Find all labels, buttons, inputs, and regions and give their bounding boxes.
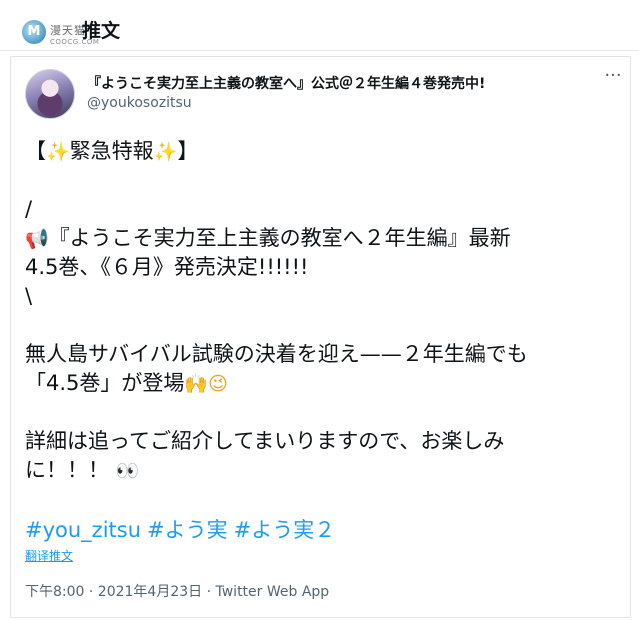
tweet-line-3: 📢『ようこそ実力至上主義の教室へ２年生編』最新: [25, 224, 615, 253]
watermark-logo-icon: M: [22, 20, 46, 44]
tweet-line-9: に！！！ 👀: [25, 456, 615, 485]
tweet-line-7: 「4.5巻」が登場🙌😉: [25, 369, 615, 398]
more-options-button[interactable]: ···: [603, 67, 623, 89]
megaphone-icon: 📢: [25, 228, 49, 250]
tweet-line-1: 【✨緊急特報✨】: [25, 137, 615, 166]
author-name[interactable]: 『ようこそ実力至上主義の教室へ』公式＠２年生編４巻発売中!: [87, 73, 485, 93]
sparkles-icon: ✨: [46, 141, 70, 163]
watermark-text: 漫天猫: [50, 24, 86, 37]
tweet-line-6: 無人島サバイバル試験の決着を迎え——２年生編でも: [25, 342, 528, 366]
eyes-icon: 👀: [115, 460, 140, 482]
hashtag-list: #you_zitsu #よう実 #よう実２: [25, 514, 341, 544]
page-title: 推文: [82, 20, 121, 42]
avatar[interactable]: [25, 69, 75, 119]
winking-face-icon: 😉: [208, 373, 228, 395]
tweet-line-2: /: [25, 197, 33, 221]
tweet-card: 『ようこそ実力至上主義の教室へ』公式＠２年生編４巻発売中! @youkosozi…: [10, 56, 631, 618]
more-horizontal-icon: ···: [604, 65, 622, 86]
tweet-line-5: \: [25, 284, 33, 308]
tweet-text: 【✨緊急特報✨】 / 📢『ようこそ実力至上主義の教室へ２年生編』最新 4.5巻、…: [25, 137, 615, 485]
tweet-line-7-text: 「4.5巻」が登場: [25, 371, 185, 395]
tweet-timestamp[interactable]: 下午8:00 · 2021年4月23日 · Twitter Web App: [25, 581, 329, 601]
page-header: M 漫天猫 COOCG.COM 推文: [0, 0, 639, 51]
sparkles-icon: ✨: [153, 141, 178, 163]
tweet-page: M 漫天猫 COOCG.COM 推文 『ようこそ実力至上主義の教室へ』公式＠２年…: [0, 0, 639, 620]
hashtag-link[interactable]: #you_zitsu: [25, 518, 141, 542]
bracket-open: 【: [25, 139, 46, 163]
hashtag-link[interactable]: #よう実２: [234, 518, 336, 542]
author-handle[interactable]: @youkosozitsu: [87, 95, 192, 111]
hashtag-link[interactable]: #よう実: [147, 518, 228, 542]
bracket-close: 】: [177, 139, 199, 163]
tweet-line-9-text: に！！！: [25, 458, 109, 482]
raising-hands-icon: 🙌: [184, 373, 209, 395]
tweet-line-4: 4.5巻、《６月》発売決定!!!!!!: [25, 255, 309, 279]
tweet-line-1-text: 緊急特報: [69, 139, 154, 163]
translate-tweet-link[interactable]: 翻译推文: [25, 547, 73, 564]
tweet-line-3-text: 『ようこそ実力至上主義の教室へ２年生編』最新: [48, 226, 511, 250]
tweet-line-8: 詳細は追ってご紹介してまいりますので、お楽しみ: [25, 429, 505, 453]
